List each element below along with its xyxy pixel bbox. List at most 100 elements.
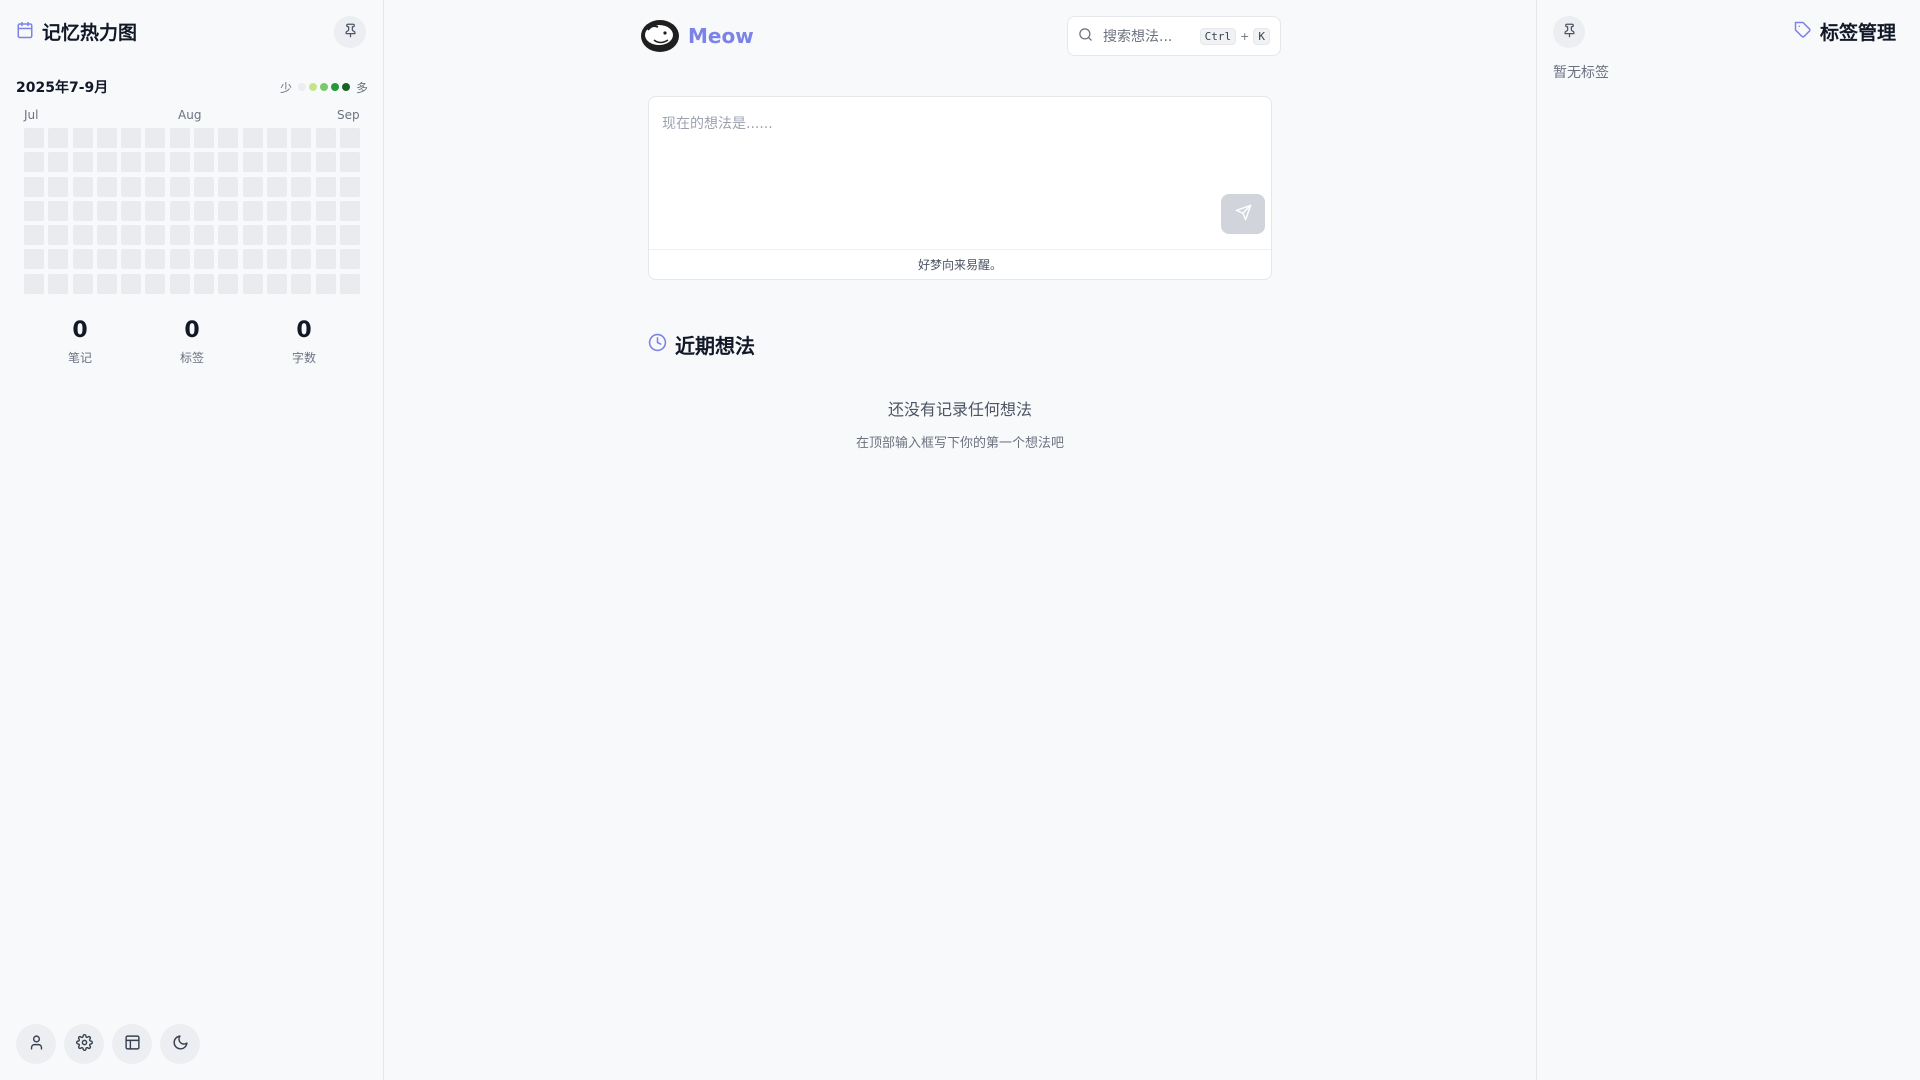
heatmap-cell[interactable] xyxy=(194,128,215,148)
heatmap-cell[interactable] xyxy=(121,128,142,148)
heatmap-cell[interactable] xyxy=(24,176,44,197)
heatmap-cell[interactable] xyxy=(169,249,190,270)
heatmap-cell[interactable] xyxy=(145,273,166,294)
heatmap-cell[interactable] xyxy=(218,200,239,221)
heatmap-cell[interactable] xyxy=(121,200,142,221)
heatmap-cell[interactable] xyxy=(72,249,93,270)
heatmap-cell[interactable] xyxy=(315,152,336,173)
heatmap-cell[interactable] xyxy=(121,176,142,197)
brand[interactable]: Meow xyxy=(640,18,754,54)
heatmap-cell[interactable] xyxy=(218,225,239,246)
heatmap-cell[interactable] xyxy=(291,225,312,246)
heatmap-cell[interactable] xyxy=(339,152,360,173)
layout-button[interactable] xyxy=(112,1024,152,1064)
settings-button[interactable] xyxy=(64,1024,104,1064)
heatmap-cell[interactable] xyxy=(242,200,263,221)
heatmap-cell[interactable] xyxy=(266,225,287,246)
heatmap-cell[interactable] xyxy=(315,128,336,148)
heatmap-cell[interactable] xyxy=(72,152,93,173)
heatmap-cell[interactable] xyxy=(291,249,312,270)
heatmap-cell[interactable] xyxy=(291,273,312,294)
theme-toggle-button[interactable] xyxy=(160,1024,200,1064)
heatmap-cell[interactable] xyxy=(218,152,239,173)
heatmap-cell[interactable] xyxy=(96,128,117,148)
heatmap-cell[interactable] xyxy=(266,176,287,197)
heatmap-cell[interactable] xyxy=(194,273,215,294)
heatmap-cell[interactable] xyxy=(218,249,239,270)
heatmap-cell[interactable] xyxy=(169,128,190,148)
heatmap-cell[interactable] xyxy=(266,200,287,221)
heatmap-cell[interactable] xyxy=(121,249,142,270)
heatmap-cell[interactable] xyxy=(24,152,44,173)
heatmap-cell[interactable] xyxy=(194,152,215,173)
heatmap-cell[interactable] xyxy=(339,176,360,197)
heatmap-cell[interactable] xyxy=(266,273,287,294)
heatmap-cell[interactable] xyxy=(242,249,263,270)
heatmap-cell[interactable] xyxy=(242,128,263,148)
heatmap-cell[interactable] xyxy=(315,273,336,294)
heatmap-cell[interactable] xyxy=(121,225,142,246)
heatmap-cell[interactable] xyxy=(121,152,142,173)
heatmap-cell[interactable] xyxy=(194,249,215,270)
heatmap-cell[interactable] xyxy=(291,128,312,148)
heatmap-cell[interactable] xyxy=(339,225,360,246)
heatmap-cell[interactable] xyxy=(48,128,69,148)
heatmap-cell[interactable] xyxy=(72,200,93,221)
heatmap-cell[interactable] xyxy=(24,273,44,294)
heatmap-cell[interactable] xyxy=(24,128,44,148)
heatmap-cell[interactable] xyxy=(315,225,336,246)
heatmap-cell[interactable] xyxy=(145,152,166,173)
heatmap-cell[interactable] xyxy=(72,225,93,246)
heatmap-cell[interactable] xyxy=(145,128,166,148)
heatmap-cell[interactable] xyxy=(24,249,44,270)
left-pin-button[interactable] xyxy=(334,16,366,48)
heatmap-cell[interactable] xyxy=(48,152,69,173)
heatmap-cell[interactable] xyxy=(194,200,215,221)
heatmap-cell[interactable] xyxy=(24,225,44,246)
heatmap-cell[interactable] xyxy=(291,152,312,173)
heatmap-cell[interactable] xyxy=(194,225,215,246)
heatmap-cell[interactable] xyxy=(291,176,312,197)
heatmap-cell[interactable] xyxy=(315,200,336,221)
heatmap-cell[interactable] xyxy=(169,273,190,294)
heatmap-cell[interactable] xyxy=(72,176,93,197)
heatmap-cell[interactable] xyxy=(169,200,190,221)
heatmap-cell[interactable] xyxy=(266,152,287,173)
heatmap-cell[interactable] xyxy=(48,249,69,270)
thought-input[interactable] xyxy=(649,97,1271,249)
heatmap-cell[interactable] xyxy=(242,176,263,197)
heatmap-cell[interactable] xyxy=(242,152,263,173)
heatmap-cell[interactable] xyxy=(48,200,69,221)
heatmap-cell[interactable] xyxy=(121,273,142,294)
heatmap-cell[interactable] xyxy=(48,273,69,294)
heatmap-cell[interactable] xyxy=(315,249,336,270)
heatmap-cell[interactable] xyxy=(242,273,263,294)
heatmap-cell[interactable] xyxy=(96,152,117,173)
search-box[interactable]: 搜索想法... Ctrl + K xyxy=(1067,16,1281,56)
heatmap-cell[interactable] xyxy=(339,273,360,294)
heatmap-cell[interactable] xyxy=(169,225,190,246)
heatmap-cell[interactable] xyxy=(72,128,93,148)
heatmap-cell[interactable] xyxy=(145,176,166,197)
profile-button[interactable] xyxy=(16,1024,56,1064)
heatmap-cell[interactable] xyxy=(48,225,69,246)
heatmap-cell[interactable] xyxy=(339,249,360,270)
heatmap-cell[interactable] xyxy=(145,200,166,221)
heatmap-cell[interactable] xyxy=(96,225,117,246)
heatmap-cell[interactable] xyxy=(242,225,263,246)
heatmap-cell[interactable] xyxy=(96,273,117,294)
heatmap-cell[interactable] xyxy=(339,128,360,148)
heatmap-cell[interactable] xyxy=(72,273,93,294)
heatmap-cell[interactable] xyxy=(169,176,190,197)
heatmap-cell[interactable] xyxy=(291,200,312,221)
heatmap-cell[interactable] xyxy=(194,176,215,197)
right-pin-button[interactable] xyxy=(1553,16,1585,48)
heatmap-cell[interactable] xyxy=(145,249,166,270)
heatmap-cell[interactable] xyxy=(169,152,190,173)
heatmap-cell[interactable] xyxy=(96,249,117,270)
heatmap-cell[interactable] xyxy=(339,200,360,221)
send-button[interactable] xyxy=(1221,194,1265,234)
heatmap-cell[interactable] xyxy=(24,200,44,221)
heatmap-cell[interactable] xyxy=(266,128,287,148)
heatmap-cell[interactable] xyxy=(315,176,336,197)
